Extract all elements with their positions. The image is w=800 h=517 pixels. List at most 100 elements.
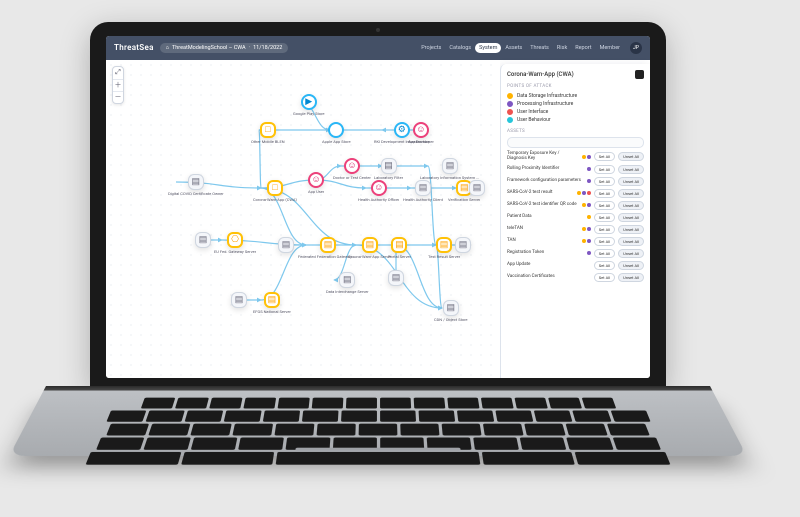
unset-all-button[interactable]: Unset All — [618, 152, 644, 161]
node-icon: ▤ — [381, 158, 397, 174]
node-icon: ▤ — [188, 174, 204, 190]
asset-poa-dots — [587, 167, 591, 171]
home-icon: ⌂ — [166, 45, 169, 51]
user-avatar[interactable]: JP — [630, 42, 642, 54]
asset-row: teleTAN Set AllUnset All — [507, 223, 644, 235]
node-appstore[interactable]: Apple App Store — [322, 122, 351, 144]
nav-threats[interactable]: Threats — [526, 43, 553, 53]
set-all-button[interactable]: Set All — [594, 177, 615, 186]
set-all-button[interactable]: Set All — [594, 261, 615, 270]
node-efgsnat[interactable]: ▤EFGS National Server — [253, 292, 291, 314]
node-efgs[interactable]: ⎔EU Fed. Gateway Server — [214, 232, 256, 254]
node-label: Corona-Warn-App Server — [348, 254, 392, 259]
asset-poa-dots — [577, 191, 591, 195]
node-appuser[interactable]: ☺App User — [308, 172, 324, 194]
nav-risk[interactable]: Risk — [553, 43, 571, 53]
node-testresult_db[interactable]: ▤ — [455, 237, 471, 253]
unset-all-button[interactable]: Unset All — [618, 213, 644, 222]
node-haoff[interactable]: ☺Health Authority Officer — [358, 180, 399, 202]
node-label: App User — [308, 189, 324, 194]
unset-all-button[interactable]: Unset All — [618, 237, 644, 246]
nav-system[interactable]: System — [475, 43, 501, 53]
set-all-button[interactable]: Set All — [594, 225, 615, 234]
asset-name: Framework configuration parameters — [507, 179, 584, 184]
node-efgsnat_db[interactable]: ▤ — [231, 292, 247, 308]
node-icon: □ — [260, 122, 276, 138]
unset-all-button[interactable]: Unset All — [618, 249, 644, 258]
asset-poa-dots — [587, 251, 591, 255]
node-icon: ▤ — [231, 292, 247, 308]
asset-name: Rolling Proximity Identifier — [507, 167, 584, 172]
poa-item[interactable]: Processing Infrastructure — [507, 100, 644, 108]
breadcrumb-project: ThreatModelingSchool – CWA — [172, 45, 246, 51]
node-efgs_db[interactable]: ▤ — [195, 232, 211, 248]
poa-section-label: Points of Attack — [507, 84, 644, 89]
set-all-button[interactable]: Set All — [594, 189, 615, 198]
poa-item[interactable]: Data Storage Infrastructure — [507, 92, 644, 100]
asset-poa-dots — [582, 239, 591, 243]
nav-assets[interactable]: Assets — [501, 43, 526, 53]
asset-name: teleTAN — [507, 227, 579, 232]
node-label: Data Interchange Server — [326, 289, 369, 294]
nav-report[interactable]: Report — [571, 43, 595, 53]
node-lis[interactable]: ▤Laboratory Information System (LIS) — [420, 158, 480, 180]
asset-row: App UpdateSet AllUnset All — [507, 259, 644, 271]
unset-all-button[interactable]: Unset All — [618, 261, 644, 270]
node-doctor[interactable]: ☺Doctor or Test Center — [333, 158, 371, 180]
poa-label: Data Storage Infrastructure — [517, 93, 577, 99]
nav-projects[interactable]: Projects — [417, 43, 445, 53]
node-haclient[interactable]: ▤Health Authority Client — [403, 180, 443, 202]
node-dgcard[interactable]: ▤Digital COVID Certificate Owner — [168, 174, 224, 196]
set-all-button[interactable]: Set All — [594, 237, 615, 246]
set-all-button[interactable]: Set All — [594, 273, 615, 282]
node-label: EU Fed. Gateway Server — [214, 249, 256, 254]
node-label: Corona-Warn-App (CWA) — [253, 197, 297, 202]
laptop-screen-bezel: ThreatSea ⌂ ThreatModelingSchool – CWA ·… — [90, 22, 666, 386]
poa-item[interactable]: User Interface — [507, 108, 644, 116]
asset-row: Rolling Proximity Identifier Set AllUnset… — [507, 163, 644, 175]
set-all-button[interactable]: Set All — [594, 201, 615, 210]
set-all-button[interactable]: Set All — [594, 152, 615, 161]
node-portal[interactable]: ▤Portal Server — [388, 237, 411, 259]
set-all-button[interactable]: Set All — [594, 165, 615, 174]
asset-row: Registration TokenSet AllUnset All — [507, 247, 644, 259]
node-icon: ▤ — [320, 237, 336, 253]
node-label: Health Authority Officer — [358, 197, 399, 202]
poa-item[interactable]: User Behaviour — [507, 116, 644, 124]
node-icon: ▤ — [442, 158, 458, 174]
nav-catalogs[interactable]: Catalogs — [445, 43, 475, 53]
unset-all-button[interactable]: Unset All — [618, 165, 644, 174]
unset-all-button[interactable]: Unset All — [618, 189, 644, 198]
node-fedsrv_db[interactable]: ▤ — [278, 237, 294, 253]
nav-member[interactable]: Member — [596, 43, 624, 53]
unset-all-button[interactable]: Unset All — [618, 273, 644, 282]
node-label: Digital COVID Certificate Owner — [168, 191, 224, 196]
node-portal_db[interactable]: ▤ — [388, 270, 404, 286]
breadcrumb[interactable]: ⌂ ThreatModelingSchool – CWA · 11/18/202… — [160, 43, 289, 53]
camera-dot — [376, 28, 380, 32]
asset-search-input[interactable] — [507, 137, 644, 148]
diagram-canvas[interactable]: ⤢ ＋ － ▶Google Play StoreApple App Store⚙… — [106, 60, 500, 378]
node-icon: ▤ — [455, 237, 471, 253]
node-cwa[interactable]: □Corona-Warn-App (CWA) — [253, 180, 297, 202]
set-all-button[interactable]: Set All — [594, 213, 615, 222]
asset-poa-dots — [587, 179, 591, 183]
node-cdn[interactable]: ▤CDN / Object Store — [434, 300, 468, 322]
unset-all-button[interactable]: Unset All — [618, 177, 644, 186]
node-verify_db[interactable]: ▤ — [469, 180, 485, 196]
node-labfilter[interactable]: ▤Laboratory Filter — [374, 158, 403, 180]
unset-all-button[interactable]: Unset All — [618, 201, 644, 210]
set-all-button[interactable]: Set All — [594, 249, 615, 258]
asset-row: Patient DataSet AllUnset All — [507, 211, 644, 223]
node-label: Apple App Store — [322, 139, 351, 144]
node-gplay[interactable]: ▶Google Play Store — [293, 94, 325, 116]
node-icon: ▤ — [415, 180, 431, 196]
poa-color-dot — [507, 117, 513, 123]
node-cwaserver[interactable]: ▤Corona-Warn-App Server — [348, 237, 392, 259]
poa-label: User Interface — [517, 109, 548, 115]
unset-all-button[interactable]: Unset All — [618, 225, 644, 234]
node-icon: ▤ — [264, 292, 280, 308]
node-appdev[interactable]: ☺App Developer — [408, 122, 434, 144]
node-cwaserver_db[interactable]: ▤Data Interchange Server — [326, 272, 369, 294]
node-othermobile[interactable]: □Other Mobile BLEN — [251, 122, 285, 144]
